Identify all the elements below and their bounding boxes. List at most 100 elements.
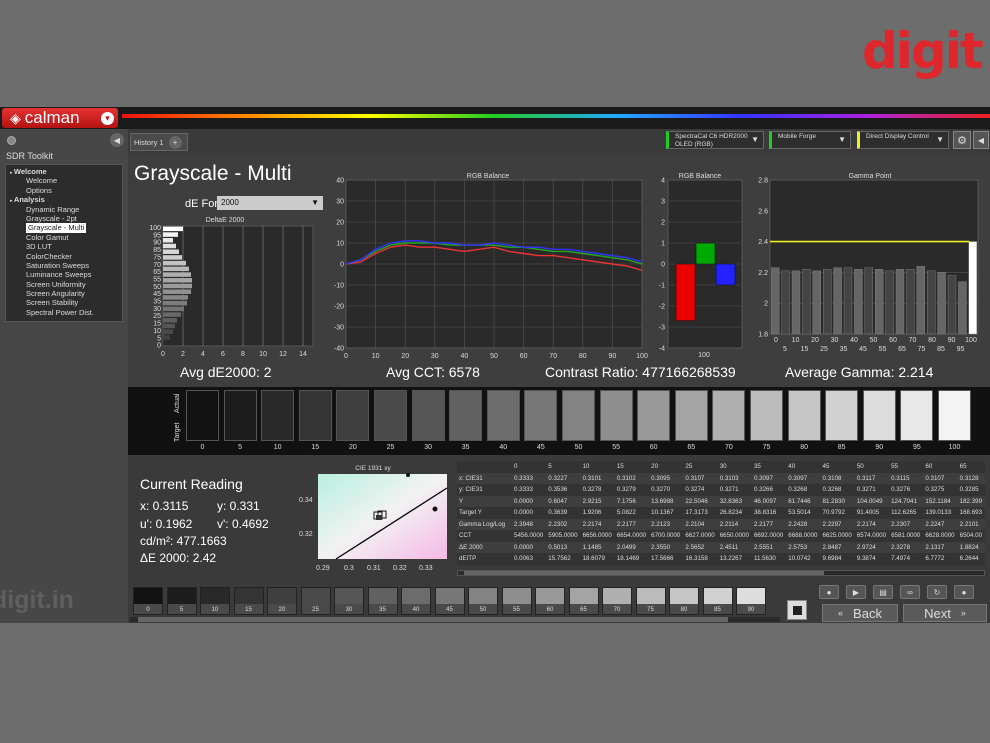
cie-ytick: 0.34 [299, 497, 313, 504]
gray-swatch[interactable] [449, 390, 483, 441]
bottom-swatch[interactable]: 55 [501, 587, 532, 615]
gray-swatch[interactable] [298, 390, 332, 441]
sidebar-item[interactable]: Welcome [6, 176, 122, 185]
gray-swatch[interactable] [374, 390, 407, 441]
bottom-swatch[interactable]: 70 [602, 587, 632, 615]
table-row-label: y: CIE31 [457, 484, 512, 496]
back-button[interactable]: « Back [822, 604, 898, 622]
gamma-xtick: 80 [928, 337, 936, 344]
table-cell: 0.3115 [889, 472, 924, 484]
bottom-swatch-label: 55 [513, 607, 520, 613]
settings-gear-icon[interactable]: ⚙ [953, 131, 971, 149]
sidebar-item[interactable]: Options [6, 186, 122, 195]
bottom-swatch[interactable]: 15 [233, 587, 264, 615]
table-scrollbar[interactable] [457, 570, 985, 576]
gray-swatch[interactable] [712, 390, 746, 441]
bottom-swatch[interactable]: 60 [535, 587, 565, 615]
sidebar-item[interactable]: Spectral Power Dist. [6, 308, 122, 317]
gray-swatch[interactable] [524, 390, 558, 441]
settings-dot-icon[interactable] [7, 136, 16, 145]
rgb-xtick: 30 [431, 353, 439, 360]
sidebar-item[interactable]: 3D LUT [6, 242, 122, 251]
table-row: ΔE 2000 0.0000 0.5013 1.1485 2.0499 2.3550 2.5… [457, 541, 985, 553]
gray-swatch[interactable] [486, 390, 520, 441]
sidebar-item[interactable]: Grayscale - 2pt [6, 214, 122, 223]
rgb-balance-chart: RGB Balance 403020100-10-20-30-40 0 10 20 3… [334, 173, 648, 360]
bottom-scroll-thumb[interactable] [138, 617, 728, 622]
bottom-swatch[interactable]: 50 [468, 587, 498, 615]
add-tab-icon[interactable]: + [168, 135, 182, 149]
bottom-swatch[interactable]: 90 [736, 587, 766, 615]
save-button[interactable]: ▤ [873, 585, 893, 599]
bottom-swatch[interactable]: 0 [133, 587, 163, 615]
bottom-swatch[interactable]: 25 [300, 587, 331, 615]
table-scroll-thumb[interactable] [464, 571, 824, 575]
gray-swatch[interactable] [261, 390, 295, 441]
bottom-swatch[interactable]: 75 [635, 587, 666, 615]
collapse-right-icon[interactable]: ◀ [973, 131, 989, 149]
gray-swatch[interactable] [562, 390, 595, 441]
sidebar-item[interactable]: Screen Angularity [6, 289, 122, 298]
grayscale-swatches: Actual Target 0 5 10 15 20 25 30 35 40 45 50 55 60 65… [128, 387, 990, 455]
gray-swatch[interactable] [411, 390, 445, 441]
gray-swatch[interactable] [900, 390, 934, 441]
bottom-swatch[interactable]: 40 [401, 587, 431, 615]
gray-swatch[interactable] [637, 390, 671, 441]
gray-swatch[interactable] [750, 390, 783, 441]
gray-swatch[interactable] [825, 390, 859, 441]
loop-button[interactable]: ∞ [900, 585, 920, 599]
next-button[interactable]: Next » [903, 604, 987, 622]
bottom-swatch[interactable]: 30 [334, 587, 364, 615]
tab-history[interactable]: History 1 + [130, 133, 188, 151]
sidebar-item[interactable]: Screen Uniformity [6, 280, 122, 289]
table-cell: 2.2174 [854, 518, 890, 530]
gray-swatch[interactable] [674, 390, 708, 441]
swatch-label: 70 [724, 444, 733, 451]
gray-swatch[interactable] [938, 390, 971, 441]
bottom-swatch[interactable]: 20 [267, 587, 297, 615]
refresh-button[interactable]: ↻ [927, 585, 947, 599]
options-button[interactable]: ● [954, 585, 974, 599]
record-button[interactable]: ● [819, 585, 839, 599]
bottom-swatch[interactable]: 5 [166, 587, 197, 615]
sidebar-item[interactable]: ▸ Welcome [6, 167, 122, 176]
sidebar-item[interactable]: Screen Stability [6, 298, 122, 307]
table-header: 0 [512, 461, 547, 473]
sidebar-item[interactable]: ▸ Analysis [6, 195, 122, 204]
gamma-bar [864, 267, 874, 335]
sidebar-item[interactable]: Grayscale - Multi [6, 223, 122, 233]
sidebar-item[interactable]: Saturation Sweeps [6, 261, 122, 270]
gray-swatch[interactable] [223, 390, 257, 441]
gray-swatch[interactable] [336, 390, 370, 441]
delta-e-ytick: 25 [153, 313, 161, 320]
bottom-swatch[interactable]: 35 [367, 587, 398, 615]
bottom-swatch[interactable]: 65 [568, 587, 599, 615]
delta-e-ytick: 30 [153, 306, 161, 313]
gray-swatch[interactable] [599, 390, 633, 441]
rgb-xtick: 90 [609, 353, 617, 360]
bottom-swatch[interactable]: 85 [702, 587, 733, 615]
bottom-swatch[interactable]: 45 [434, 587, 465, 615]
gray-swatch[interactable] [186, 390, 219, 441]
sidebar-item[interactable]: Luminance Sweeps [6, 270, 122, 279]
bottom-swatch-label: 70 [613, 607, 621, 613]
meter-select[interactable]: SpectraCal C6 HDR2000 OLED (RGB) ▼ [666, 131, 764, 149]
calman-menu-button[interactable]: ◈ calman ▾ [2, 108, 118, 128]
play-button[interactable]: ▶ [846, 585, 866, 599]
bottom-swatch[interactable]: 10 [200, 587, 230, 615]
sidebar-item[interactable]: Dynamic Range [6, 205, 122, 214]
table-cell: 6.7772 [923, 553, 958, 565]
formula-select[interactable]: 2000 ▼ [217, 196, 323, 210]
record-icon: ● [826, 587, 832, 597]
bottom-swatch[interactable]: 80 [669, 587, 699, 615]
display-select[interactable]: Direct Display Control ▼ [857, 131, 949, 149]
stop-button[interactable] [787, 600, 807, 620]
source-select[interactable]: Mobile Forge ▼ [769, 131, 851, 149]
gray-swatch[interactable] [787, 390, 821, 441]
gray-swatch[interactable] [862, 390, 896, 441]
collapse-sidebar-icon[interactable]: ◀ [110, 133, 124, 147]
delta-e-xtick: 10 [259, 351, 267, 358]
sidebar-item[interactable]: Color Gamut [6, 233, 122, 242]
sidebar-item[interactable]: ColorChecker [6, 252, 122, 261]
bottom-swatch-scrollbar[interactable] [130, 617, 780, 622]
